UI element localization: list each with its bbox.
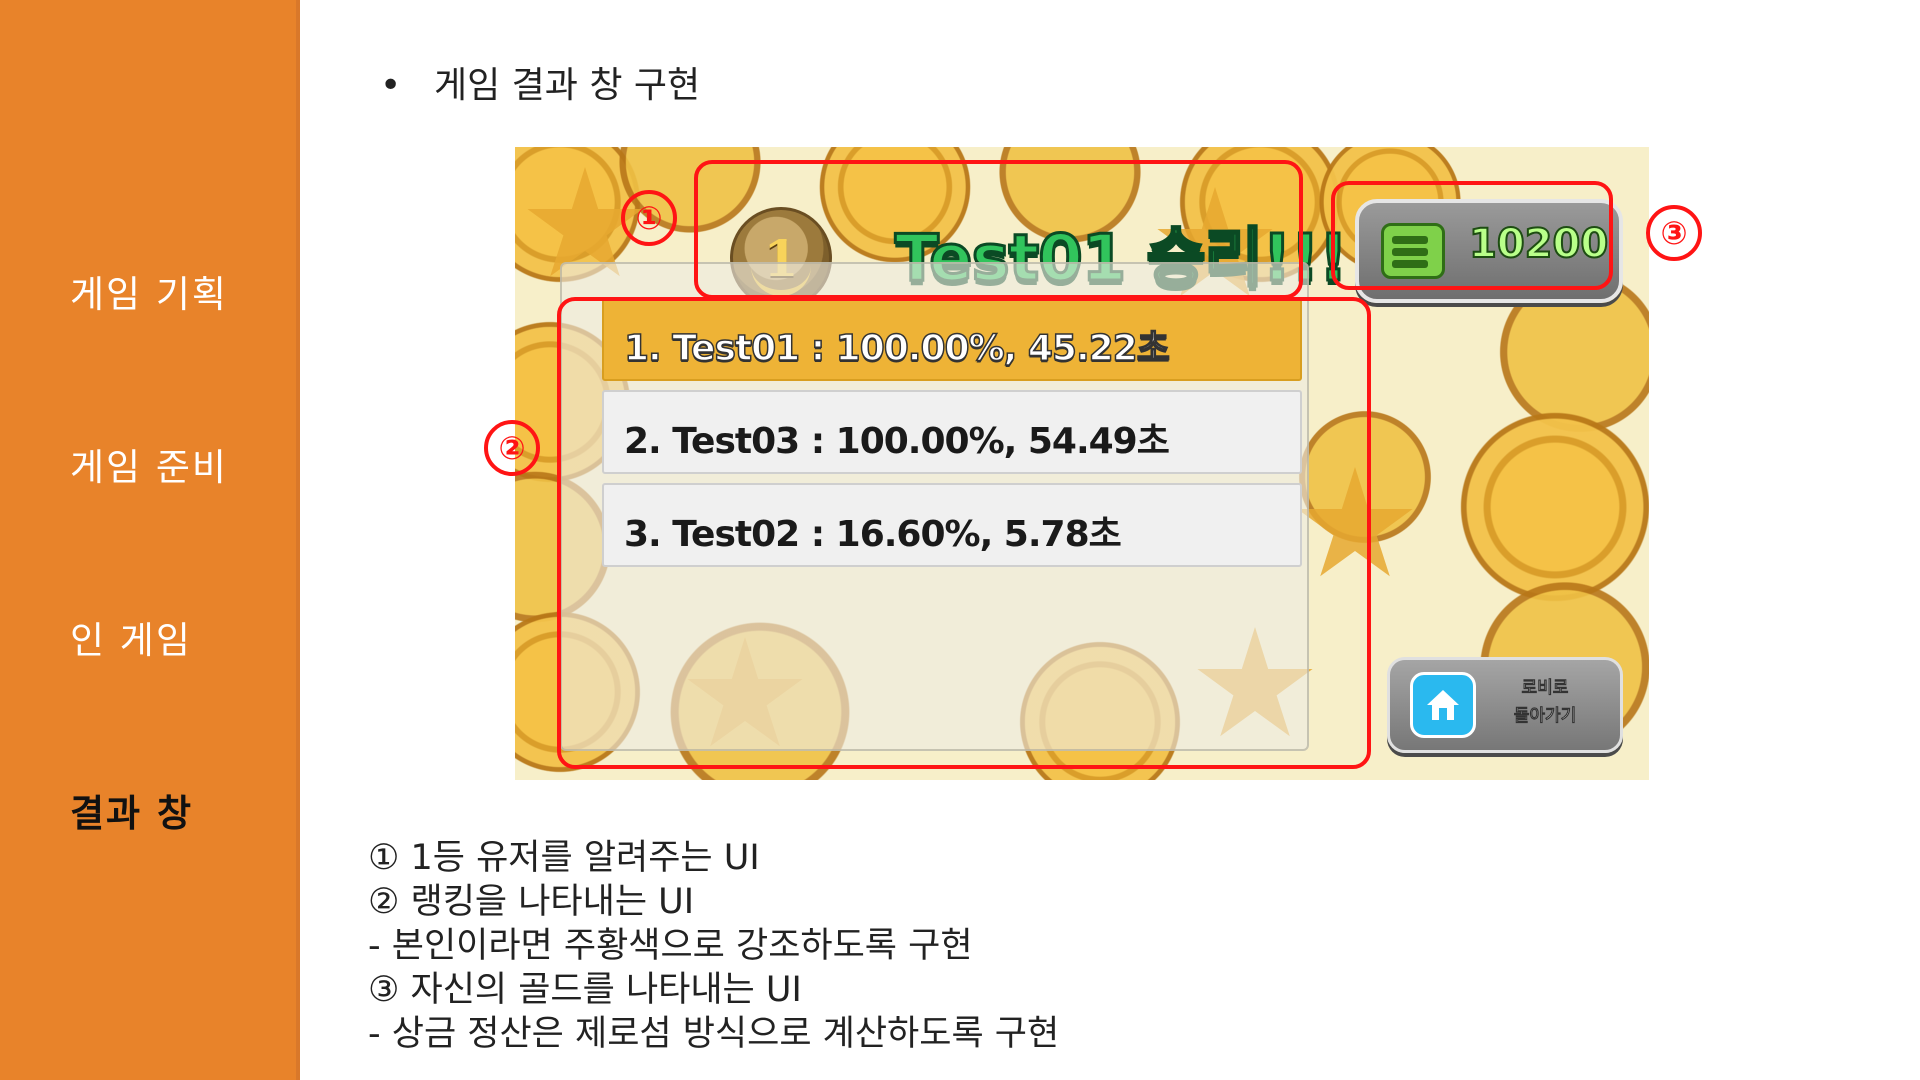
lobby-label-line2: 돌아가기 (1513, 706, 1577, 727)
annotation-number-1: ① (621, 190, 677, 246)
annotation-box-3 (1331, 181, 1613, 290)
sidebar: 게임 기획 게임 준비 인 게임 결과 창 (0, 0, 300, 1080)
home-icon (1410, 672, 1476, 738)
description-line: ① 1등 유저를 알려주는 UI (368, 838, 760, 878)
sidebar-item-in-game[interactable]: 인 게임 (70, 610, 192, 664)
sidebar-item-game-planning[interactable]: 게임 기획 (70, 264, 228, 318)
lobby-label-line1: 로비로 (1521, 678, 1569, 699)
annotation-number-2: ② (484, 420, 540, 476)
sidebar-item-result-screen[interactable]: 결과 창 (70, 783, 193, 837)
back-to-lobby-button[interactable]: 로비로 돌아가기 (1387, 657, 1623, 753)
annotation-box-1 (694, 160, 1303, 299)
page-title-text: 게임 결과 창 구현 (434, 65, 701, 106)
annotation-box-2 (557, 297, 1371, 769)
annotation-number-3: ③ (1646, 205, 1702, 261)
description-line: ③ 자신의 골드를 나타내는 UI (368, 970, 802, 1010)
description-line: - 본인이라면 주황색으로 강조하도록 구현 (368, 926, 973, 966)
description-line: - 상금 정산은 제로섬 방식으로 계산하도록 구현 (368, 1014, 1060, 1054)
description: ① 1등 유저를 알려주는 UI ② 랭킹을 나타내는 UI - 본인이라면 주… (368, 836, 1059, 1056)
back-to-lobby-label: 로비로 돌아가기 (1485, 674, 1605, 730)
page-title: • 게임 결과 창 구현 (380, 56, 700, 108)
description-line: ② 랭킹을 나타내는 UI (368, 882, 695, 922)
bullet: • (380, 65, 402, 106)
sidebar-item-game-preparation[interactable]: 게임 준비 (70, 437, 228, 491)
